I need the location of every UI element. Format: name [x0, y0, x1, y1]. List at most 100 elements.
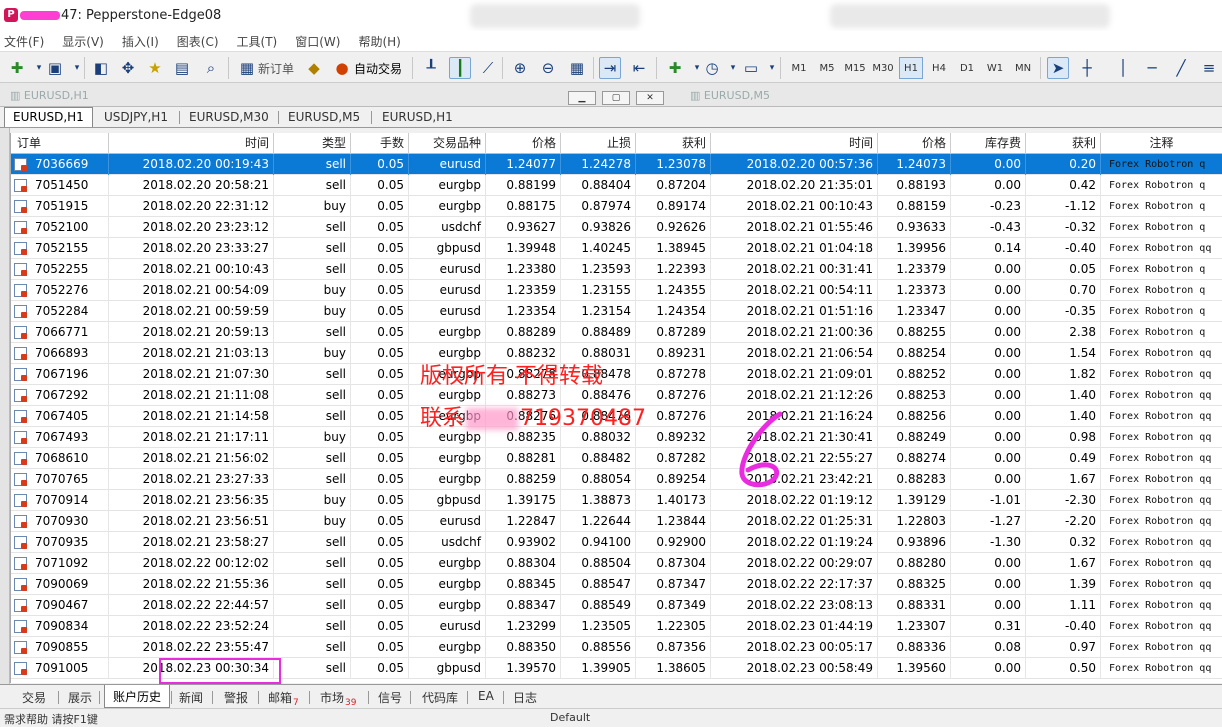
period-m5[interactable]: M5	[815, 57, 839, 79]
bar-chart-icon[interactable]: ┸	[420, 57, 442, 79]
chart-window-title[interactable]: ▥ EURUSD,H1	[10, 89, 89, 102]
table-row[interactable]: 7090069 2018.02.22 21:55:36 sell 0.05 eurgbp…	[11, 574, 1222, 595]
table-row[interactable]: 7068610 2018.02.21 21:56:02 sell 0.05 eurgbp…	[11, 448, 1222, 469]
strategy-tester-icon[interactable]: ⌕	[200, 57, 222, 79]
chart-window-title[interactable]: ▥ EURUSD,M5	[690, 89, 770, 102]
chart-tab[interactable]: EURUSD,M5	[288, 110, 360, 124]
terminal-tab[interactable]: EA	[478, 689, 494, 703]
table-row[interactable]: 7036669 2018.02.20 00:19:43 sell 0.05 eurusd…	[11, 154, 1222, 175]
table-row[interactable]: 7051915 2018.02.20 22:31:12 buy 0.05 eurgbp 0…	[11, 196, 1222, 217]
chart-tab[interactable]: EURUSD,H1	[382, 110, 453, 124]
table-row[interactable]: 7090855 2018.02.22 23:55:47 sell 0.05 eurgbp…	[11, 637, 1222, 658]
terminal-tab[interactable]: 账户历史	[104, 685, 171, 708]
indicators-icon[interactable]: ✚	[664, 57, 686, 79]
table-row[interactable]: 7070765 2018.02.21 23:27:33 sell 0.05 eurgbp…	[11, 469, 1222, 490]
new-chart-icon[interactable]: ✚	[6, 57, 28, 79]
column-header-open-time[interactable]: 时间	[109, 133, 274, 154]
table-row[interactable]: 7090467 2018.02.22 22:44:57 sell 0.05 eurgbp…	[11, 595, 1222, 616]
navigator-icon[interactable]: ✥	[117, 57, 139, 79]
market-watch-icon[interactable]: ◧	[90, 57, 112, 79]
templates-icon[interactable]: ▭	[740, 57, 762, 79]
zoom-out-icon[interactable]: ⊖	[537, 57, 559, 79]
menu-window[interactable]: 窗口(W)	[295, 33, 340, 50]
terminal-tab[interactable]: 交易	[22, 689, 46, 706]
table-row[interactable]: 7052100 2018.02.20 23:23:12 sell 0.05 usdchf…	[11, 217, 1222, 238]
period-d1[interactable]: D1	[955, 57, 979, 79]
new-order-button[interactable]: 新订单	[256, 57, 296, 79]
table-row[interactable]: 7067196 2018.02.21 21:07:30 sell 0.05 eurgbp…	[11, 364, 1222, 385]
period-m1[interactable]: M1	[787, 57, 811, 79]
vertical-line-icon[interactable]: │	[1112, 57, 1134, 79]
column-header-profit[interactable]: 获利	[1026, 133, 1101, 154]
periods-clock-icon[interactable]: ◷	[701, 57, 723, 79]
auto-trading-icon[interactable]: ●	[331, 57, 353, 79]
data-window-icon[interactable]: ▤	[171, 57, 193, 79]
close-button[interactable]: ✕	[636, 91, 664, 105]
column-header-swap[interactable]: 库存费	[951, 133, 1026, 154]
column-header-take-profit[interactable]: 获利	[636, 133, 711, 154]
table-row[interactable]: 7066771 2018.02.21 20:59:13 sell 0.05 eurgbp…	[11, 322, 1222, 343]
column-header-close-time[interactable]: 时间	[711, 133, 878, 154]
table-row[interactable]: 7070930 2018.02.21 23:56:51 buy 0.05 eurusd 1…	[11, 511, 1222, 532]
profiles-icon[interactable]: ▣	[44, 57, 66, 79]
table-row[interactable]: 7071092 2018.02.22 00:12:02 sell 0.05 eurgbp…	[11, 553, 1222, 574]
menu-help[interactable]: 帮助(H)	[358, 33, 400, 50]
chart-shift-icon[interactable]: ⇤	[628, 57, 650, 79]
terminal-tab[interactable]: 警报	[224, 689, 248, 706]
table-row[interactable]: 7066893 2018.02.21 21:03:13 buy 0.05 eurgbp 0…	[11, 343, 1222, 364]
restore-button[interactable]: ▢	[602, 91, 630, 105]
metaeditor-icon[interactable]: ◆	[303, 57, 325, 79]
favorites-icon[interactable]: ★	[144, 57, 166, 79]
menu-tools[interactable]: 工具(T)	[237, 33, 278, 50]
column-header-lots[interactable]: 手数	[351, 133, 409, 154]
period-m30[interactable]: M30	[871, 57, 895, 79]
line-chart-icon[interactable]: ⟋	[477, 57, 499, 79]
terminal-tab[interactable]: 邮箱7	[268, 689, 299, 708]
menu-file[interactable]: 文件(F)	[4, 33, 44, 50]
menu-insert[interactable]: 插入(I)	[122, 33, 159, 50]
column-header-type[interactable]: 类型	[274, 133, 351, 154]
column-header-close-price[interactable]: 价格	[878, 133, 951, 154]
menu-view[interactable]: 显示(V)	[62, 33, 104, 50]
table-row[interactable]: 7051450 2018.02.20 20:58:21 sell 0.05 eurgbp…	[11, 175, 1222, 196]
table-row[interactable]: 7052155 2018.02.20 23:33:27 sell 0.05 gbpusd…	[11, 238, 1222, 259]
chart-tab[interactable]: USDJPY,H1	[104, 110, 168, 124]
terminal-tab[interactable]: 展示	[68, 689, 92, 706]
minimize-button[interactable]: ▁	[568, 91, 596, 105]
new-order-icon[interactable]: ▦	[236, 57, 258, 79]
chart-tab[interactable]: EURUSD,M30	[189, 110, 269, 124]
table-row[interactable]: 7052255 2018.02.21 00:10:43 sell 0.05 eurusd…	[11, 259, 1222, 280]
terminal-tab[interactable]: 信号	[378, 689, 402, 706]
channel-icon[interactable]: ≡	[1198, 57, 1220, 79]
trendline-icon[interactable]: ╱	[1170, 57, 1192, 79]
table-row[interactable]: 7052276 2018.02.21 00:54:09 buy 0.05 eurusd 1…	[11, 280, 1222, 301]
terminal-tab[interactable]: 新闻	[179, 689, 203, 706]
horizontal-line-icon[interactable]: ─	[1141, 57, 1163, 79]
menu-charts[interactable]: 图表(C)	[177, 33, 219, 50]
chart-tab[interactable]: EURUSD,H1	[4, 107, 93, 127]
auto-scroll-icon[interactable]: ⇥	[599, 57, 621, 79]
terminal-tab[interactable]: 代码库	[422, 689, 458, 706]
table-row[interactable]: 7052284 2018.02.21 00:59:59 buy 0.05 eurusd 1…	[11, 301, 1222, 322]
period-mn[interactable]: MN	[1011, 57, 1035, 79]
auto-trading-button[interactable]: 自动交易	[352, 57, 404, 79]
column-header-order[interactable]: 订单	[11, 133, 109, 154]
column-header-symbol[interactable]: 交易品种	[409, 133, 486, 154]
period-h4[interactable]: H4	[927, 57, 951, 79]
period-m15[interactable]: M15	[843, 57, 867, 79]
candlestick-icon[interactable]: ┃	[449, 57, 471, 79]
terminal-tab[interactable]: 市场39	[320, 689, 356, 708]
table-row[interactable]: 7070935 2018.02.21 23:58:27 sell 0.05 usdchf…	[11, 532, 1222, 553]
column-header-open-price[interactable]: 价格	[486, 133, 561, 154]
cursor-icon[interactable]: ➤	[1047, 57, 1069, 79]
zoom-in-icon[interactable]: ⊕	[509, 57, 531, 79]
column-header-comment[interactable]: 注释	[1101, 133, 1222, 154]
tile-windows-icon[interactable]: ▦	[566, 57, 588, 79]
column-header-stop-loss[interactable]: 止损	[561, 133, 636, 154]
period-h1[interactable]: H1	[899, 57, 923, 79]
crosshair-icon[interactable]: ┼	[1076, 57, 1098, 79]
terminal-tab[interactable]: 日志	[513, 689, 537, 706]
table-row[interactable]: 7090834 2018.02.22 23:52:24 sell 0.05 eurusd…	[11, 616, 1222, 637]
table-row[interactable]: 7070914 2018.02.21 23:56:35 buy 0.05 gbpusd 1…	[11, 490, 1222, 511]
period-w1[interactable]: W1	[983, 57, 1007, 79]
